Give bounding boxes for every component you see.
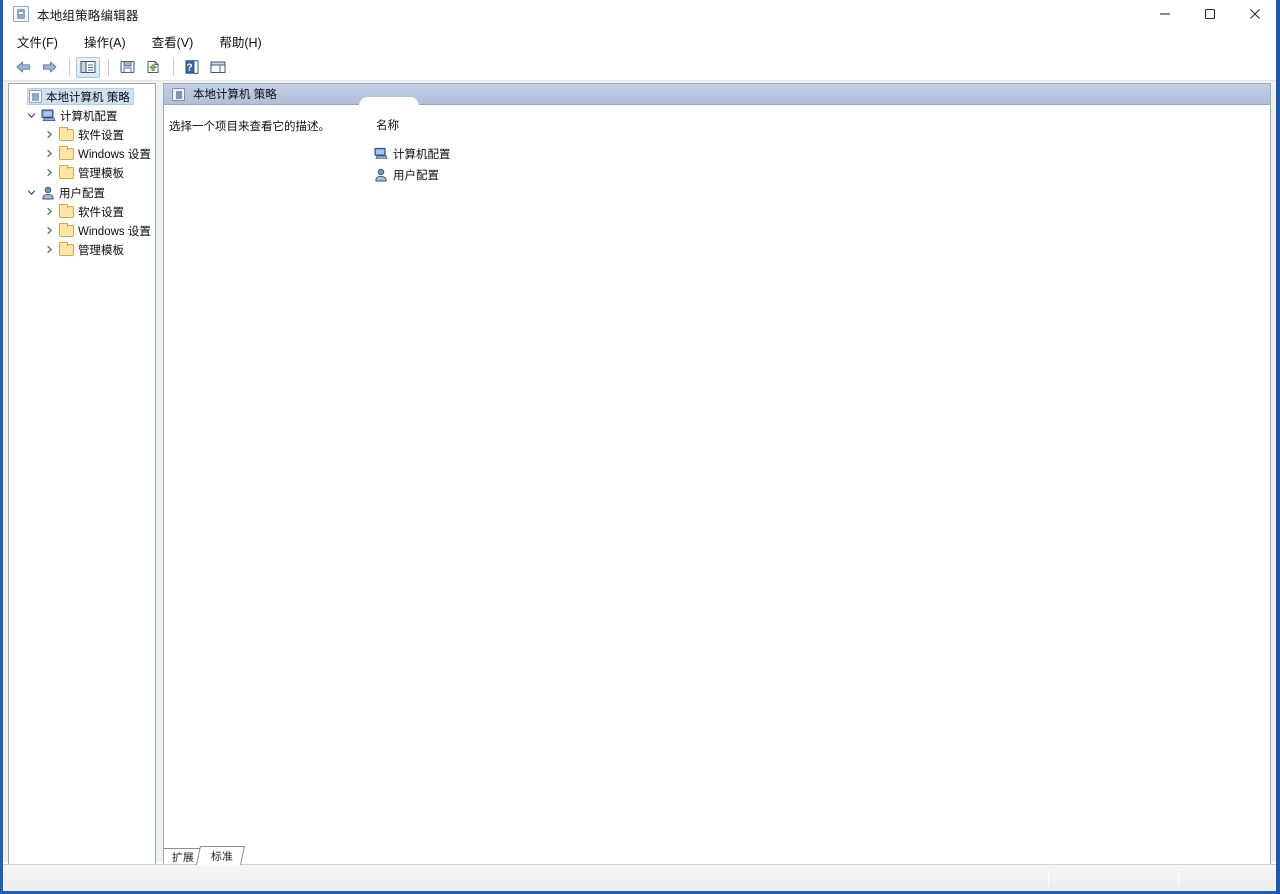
save-button[interactable]: [115, 57, 139, 78]
menu-help[interactable]: 帮助(H): [219, 32, 261, 51]
tab-label: 扩展: [171, 852, 194, 864]
chevron-right-icon[interactable]: [41, 242, 57, 258]
list-item[interactable]: 计算机配置: [374, 143, 451, 164]
expander-placeholder: [11, 89, 27, 105]
arrow-left-icon: [16, 61, 30, 73]
status-separator: [1178, 869, 1179, 886]
chevron-right-icon[interactable]: [41, 146, 57, 162]
tree-item-label: 管理模板: [78, 244, 124, 257]
folder-icon: [59, 222, 74, 237]
arrow-right-icon: [42, 61, 56, 73]
show-hide-tree-button[interactable]: [76, 56, 100, 78]
tree-item-user-administrative-templates[interactable]: 管理模板: [9, 240, 155, 259]
export-list-button[interactable]: [141, 57, 165, 78]
results-pane-header: 本地计算机 策略: [164, 84, 1270, 107]
tree-item-computer-windows-settings[interactable]: Windows 设置: [9, 144, 155, 163]
menu-bar: 文件(F) 操作(A) 查看(V) 帮助(H): [3, 28, 1276, 54]
menu-action[interactable]: 操作(A): [84, 32, 126, 51]
folder-icon: [59, 203, 74, 218]
list-item[interactable]: 用户配置: [374, 164, 451, 185]
tree-item-label: 用户配置: [59, 187, 105, 200]
folder-icon: [59, 241, 74, 256]
svg-text:?: ?: [187, 63, 193, 74]
tree-item-label: 本地计算机 策略: [46, 91, 130, 104]
tree-item-user-software-settings[interactable]: 软件设置: [9, 202, 155, 221]
list-item-label: 用户配置: [393, 169, 439, 182]
close-button[interactable]: [1232, 0, 1276, 28]
local-group-policy-editor-window: 本地组策略编辑器 文件(F) 操作(A) 查看(V) 帮助(H) ? 本地计算机…: [0, 0, 1280, 894]
chevron-right-icon[interactable]: [41, 223, 57, 239]
tree-item-label: Windows 设置: [78, 148, 151, 161]
results-pane-tabs: 扩展 标准: [164, 845, 1270, 865]
status-separator: [1048, 869, 1049, 886]
toolbar-separator: [108, 58, 109, 76]
policy-console-icon: [29, 90, 42, 103]
main-content: 本地计算机 策略 计算机配置 软件设置 Windows 设置 管理模板 用户配置…: [3, 81, 1276, 866]
computer-icon: [41, 109, 56, 122]
chevron-down-icon[interactable]: [23, 108, 39, 124]
tab-standard[interactable]: 标准: [195, 846, 246, 865]
results-pane-body: 选择一个项目来查看它的描述。 名称 计算机配置 用户配置: [164, 105, 1270, 846]
list-item-label: 计算机配置: [393, 148, 451, 161]
tab-label: 标准: [210, 851, 233, 863]
export-icon: [147, 61, 158, 73]
console-tree-pane[interactable]: 本地计算机 策略 计算机配置 软件设置 Windows 设置 管理模板 用户配置…: [8, 83, 156, 866]
minimize-button[interactable]: [1142, 0, 1187, 28]
show-action-pane-button[interactable]: [206, 57, 230, 78]
help-button[interactable]: ?: [180, 57, 204, 78]
results-list: 名称 计算机配置 用户配置: [374, 105, 451, 846]
results-pane[interactable]: 本地计算机 策略 选择一个项目来查看它的描述。 名称 计算机配置 用户配置 扩展…: [163, 83, 1271, 866]
chevron-right-icon[interactable]: [41, 165, 57, 181]
console-tree: 本地计算机 策略 计算机配置 软件设置 Windows 设置 管理模板 用户配置…: [9, 84, 155, 259]
toolbar: ?: [3, 54, 1276, 81]
action-pane-icon: [210, 61, 226, 73]
tree-item-computer-software-settings[interactable]: 软件设置: [9, 125, 155, 144]
window-title: 本地组策略编辑器: [37, 8, 139, 23]
tree-item-user-windows-settings[interactable]: Windows 设置: [9, 221, 155, 240]
menu-view[interactable]: 查看(V): [152, 32, 194, 51]
status-bar: [3, 864, 1276, 891]
tree-item-label: 软件设置: [78, 206, 124, 219]
title-bar[interactable]: 本地组策略编辑器: [3, 0, 1276, 28]
chevron-right-icon[interactable]: [41, 204, 57, 220]
mmc-console-icon: [13, 6, 29, 22]
tree-item-label: 软件设置: [78, 129, 124, 142]
menu-file[interactable]: 文件(F): [17, 32, 58, 51]
policy-console-icon: [172, 87, 185, 101]
tree-item-computer-administrative-templates[interactable]: 管理模板: [9, 163, 155, 182]
user-icon: [41, 186, 55, 200]
tree-item-local-computer-policy[interactable]: 本地计算机 策略: [9, 87, 155, 106]
folder-icon: [59, 145, 74, 160]
back-button[interactable]: [11, 57, 35, 78]
maximize-button[interactable]: [1187, 0, 1232, 28]
results-pane-title: 本地计算机 策略: [193, 89, 277, 101]
chevron-right-icon[interactable]: [41, 127, 57, 143]
chevron-down-icon[interactable]: [23, 185, 39, 201]
toolbar-separator: [69, 58, 70, 76]
tree-pane-icon: [80, 61, 96, 73]
item-description: 选择一个项目来查看它的描述。: [169, 121, 330, 133]
toolbar-separator: [173, 58, 174, 76]
folder-icon: [59, 126, 74, 141]
tree-item-computer-configuration[interactable]: 计算机配置: [9, 106, 155, 125]
folder-icon: [59, 164, 74, 179]
tree-item-label: 计算机配置: [60, 110, 118, 123]
question-mark-icon: ?: [185, 60, 199, 74]
column-header-name[interactable]: 名称: [374, 117, 451, 133]
window-controls: [1142, 0, 1276, 28]
forward-button[interactable]: [37, 57, 61, 78]
tree-item-label: 管理模板: [78, 167, 124, 180]
user-icon: [374, 168, 388, 182]
tree-item-label: Windows 设置: [78, 225, 151, 238]
save-icon: [120, 61, 134, 73]
tree-item-user-configuration[interactable]: 用户配置: [9, 183, 155, 202]
computer-icon: [374, 147, 388, 160]
